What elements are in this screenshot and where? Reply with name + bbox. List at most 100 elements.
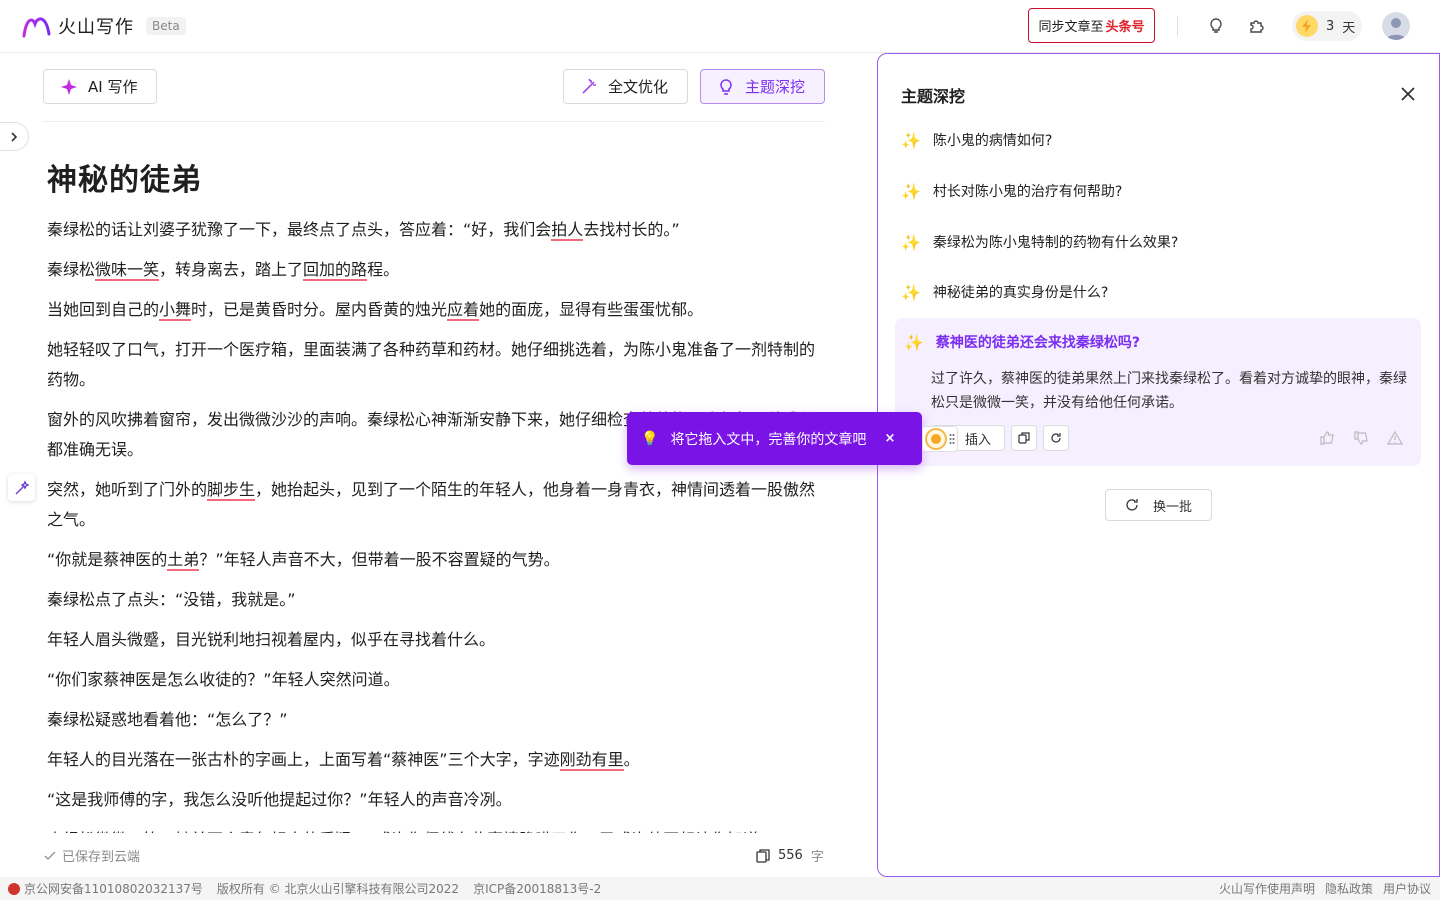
close-icon[interactable] [1398, 84, 1418, 104]
refresh-batch-button[interactable]: 换一批 [1105, 489, 1212, 521]
paragraph-text: “这是我师傅的字，我怎么没听他提起过你？”年轻人的声音冷冽。 [47, 790, 512, 809]
document-body[interactable]: 秦绿松的话让刘婆子犹豫了一下，最终点了点头，答应着：“好，我们会拍人去找村长的。… [47, 215, 817, 833]
paragraph[interactable]: “这是我师傅的字，我怎么没听他提起过你？”年轻人的声音冷冽。 [47, 785, 817, 815]
spelling-error-mark[interactable]: 脚步生 [207, 480, 256, 501]
word-count[interactable]: 556 字 [756, 846, 824, 865]
bulb-icon: 💡 [641, 430, 659, 447]
paragraph-text: 程。 [367, 260, 400, 279]
tooltip-close-button[interactable]: × [884, 431, 895, 446]
icp-record[interactable]: 京ICP备20018813号-2 [473, 880, 601, 897]
paragraph[interactable]: 年轻人眉头微蹙，目光锐利地扫视着屋内，似乎在寻找着什么。 [47, 625, 817, 655]
paragraph[interactable]: 秦绿松微微一笑，她并不介意年轻人的质疑：“或许你师傅有些事情隐瞒了你，又或许他不… [47, 825, 817, 833]
footer-link-privacy[interactable]: 隐私政策 [1325, 880, 1373, 897]
save-status-text: 已保存到云端 [62, 850, 141, 865]
question-item[interactable]: ✨ 秦绿松为陈小鬼特制的药物有什么效果? [901, 232, 1178, 252]
warning-icon[interactable] [1387, 430, 1403, 446]
days-unit: 天 [1342, 20, 1356, 36]
paragraph[interactable]: 当她回到自己的小舞时，已是黄昏时分。屋内昏黄的烛光应着她的面庞，显得有些蛋蛋忧郁… [47, 295, 817, 325]
deep-dive-button[interactable]: 主题深挖 [700, 69, 825, 104]
paragraph[interactable]: 突然，她听到了门外的脚步生，她抬起头，见到了一个陌生的年轻人，他身着一身青衣，神… [47, 475, 817, 535]
refresh-icon [1051, 433, 1061, 443]
lightning-icon [1296, 15, 1318, 37]
copy-button[interactable] [1011, 425, 1037, 451]
spelling-error-mark[interactable]: 微味一笑 [95, 260, 160, 281]
word-count-value: 556 [778, 848, 803, 863]
thumbs-down-icon[interactable] [1353, 430, 1369, 446]
spelling-error-mark[interactable]: 小舞 [159, 300, 192, 321]
streak-days-badge[interactable]: 3 天 [1292, 11, 1362, 41]
police-badge-icon [8, 882, 20, 895]
spelling-error-mark[interactable]: 拍人 [551, 220, 584, 241]
word-count-unit: 字 [810, 850, 824, 865]
paragraph-text: 秦绿松微微一笑，她并不介意年轻人的质疑：“或许你师傅有些事情隐瞒了你，又或许他不… [47, 830, 776, 833]
thumbs-up-icon[interactable] [1319, 430, 1335, 446]
active-question[interactable]: ✨ 蔡神医的徒弟还会来找秦绿松吗? [904, 332, 1140, 352]
lightbulb-icon[interactable] [1204, 14, 1228, 38]
document-editor[interactable]: 神秘的徒弟 秦绿松的话让刘婆子犹豫了一下，最终点了点头，答应着：“好，我们会拍人… [47, 155, 817, 833]
paragraph[interactable]: “你就是蔡神医的土弟？”年轻人声音不大，但带着一股不容置疑的气势。 [47, 545, 817, 575]
pulse-indicator-icon [925, 428, 947, 450]
sync-target-label: 头条号 [1105, 20, 1145, 35]
plugin-icon[interactable] [1244, 14, 1268, 38]
header-divider [1177, 16, 1178, 36]
paragraph-text: 秦绿松的话让刘婆子犹豫了一下，最终点了点头，答应着：“好，我们会 [47, 220, 552, 239]
paragraph-text: 秦绿松点了点头：“没错，我就是。” [47, 590, 296, 609]
app-name: 火山写作 [58, 17, 134, 38]
volcano-logo-icon [22, 17, 51, 38]
paragraph[interactable]: 秦绿松的话让刘婆子犹豫了一下，最终点了点头，答应着：“好，我们会拍人去找村长的。… [47, 215, 817, 245]
insert-label: 插入 [964, 432, 991, 448]
sparkles-icon: ✨ [904, 332, 924, 352]
spelling-error-mark[interactable]: 回加的路 [303, 260, 368, 281]
paragraph[interactable]: 她轻轻叹了口气，打开一个医疗箱，里面装满了各种药草和药材。她仔细挑选着，为陈小鬼… [47, 335, 817, 395]
copyright: 版权所有 © 北京火山引擎科技有限公司2022 [216, 882, 460, 896]
paragraph[interactable]: 年轻人的目光落在一张古朴的字画上，上面写着“蔡神医”三个大字，字迹刚劲有里。 [47, 745, 817, 775]
paragraph-text: “你就是蔡神医的 [47, 550, 168, 569]
user-avatar[interactable] [1382, 12, 1410, 40]
drag-handle[interactable] [922, 426, 958, 452]
deep-dive-label: 主题深挖 [745, 78, 806, 96]
paragraph[interactable]: 秦绿松微味一笑，转身离去，踏上了回加的路程。 [47, 255, 817, 285]
paragraph-text: 去找村长的。” [583, 220, 680, 239]
app-logo[interactable]: 火山写作 Beta [22, 13, 186, 39]
feedback-group [1319, 430, 1403, 446]
question-item[interactable]: ✨ 村长对陈小鬼的治疗有何帮助? [901, 181, 1122, 201]
bulb-icon [720, 78, 732, 95]
sparkle-icon [61, 78, 77, 95]
optimize-all-button[interactable]: 全文优化 [563, 69, 688, 104]
paragraph-text: 秦绿松疑惑地看着他：“怎么了？” [47, 710, 288, 729]
beta-badge: Beta [146, 17, 186, 35]
paragraph[interactable]: “你们家蔡神医是怎么收徒的？”年轻人突然问道。 [47, 665, 817, 695]
paragraph-text: 她的面庞，显得有些蛋蛋忧郁。 [479, 300, 704, 319]
question-item[interactable]: ✨ 陈小鬼的病情如何? [901, 130, 1052, 150]
paragraph-text: 年轻人的目光落在一张古朴的字画上，上面写着“蔡神医”三个大字，字迹 [47, 750, 560, 769]
paragraph-tool-button[interactable] [8, 474, 35, 501]
copy-icon [756, 848, 770, 863]
save-status: 已保存到云端 [44, 846, 140, 865]
spelling-error-mark[interactable]: 土弟 [167, 550, 200, 571]
paragraph[interactable]: 秦绿松点了点头：“没错，我就是。” [47, 585, 817, 615]
police-record[interactable]: 京公网安备11010802032137号 [24, 880, 203, 897]
paragraph[interactable]: 秦绿松疑惑地看着他：“怎么了？” [47, 705, 817, 735]
sparkles-icon: ✨ [901, 232, 921, 252]
document-title[interactable]: 神秘的徒弟 [47, 155, 817, 199]
question-item[interactable]: ✨ 神秘徒弟的真实身份是什么? [901, 282, 1108, 302]
active-question-card[interactable]: ✨ 蔡神医的徒弟还会来找秦绿松吗? 过了许久，蔡神医的徒弟果然上门来找秦绿松了。… [895, 318, 1421, 466]
sparkles-icon: ✨ [901, 282, 921, 302]
paragraph-text: 。 [623, 750, 640, 769]
footer-link-terms[interactable]: 用户协议 [1383, 880, 1431, 897]
check-icon [44, 850, 56, 860]
answer-text: 过了许久，蔡神医的徒弟果然上门来找秦绿松了。看着对方诚挚的眼神，秦绿松只是微微一… [931, 371, 1407, 411]
regenerate-button[interactable] [1043, 425, 1069, 451]
sync-to-toutiao-button[interactable]: 同步文章至 头条号 [1028, 8, 1155, 43]
optimize-all-label: 全文优化 [608, 78, 669, 96]
paragraph-text: 秦绿松 [47, 260, 96, 279]
spelling-error-mark[interactable]: 刚劲有里 [559, 750, 624, 771]
edit-wand-icon [15, 479, 30, 494]
sparkles-icon: ✨ [901, 181, 921, 201]
ai-write-button[interactable]: AI 写作 [43, 69, 157, 104]
footer-link-usage[interactable]: 火山写作使用声明 [1219, 880, 1315, 897]
spelling-error-mark[interactable]: 应着 [447, 300, 480, 321]
expand-sidebar-button[interactable] [0, 122, 29, 151]
paragraph-text: 当她回到自己的 [47, 300, 160, 319]
magic-wand-icon [582, 78, 596, 94]
